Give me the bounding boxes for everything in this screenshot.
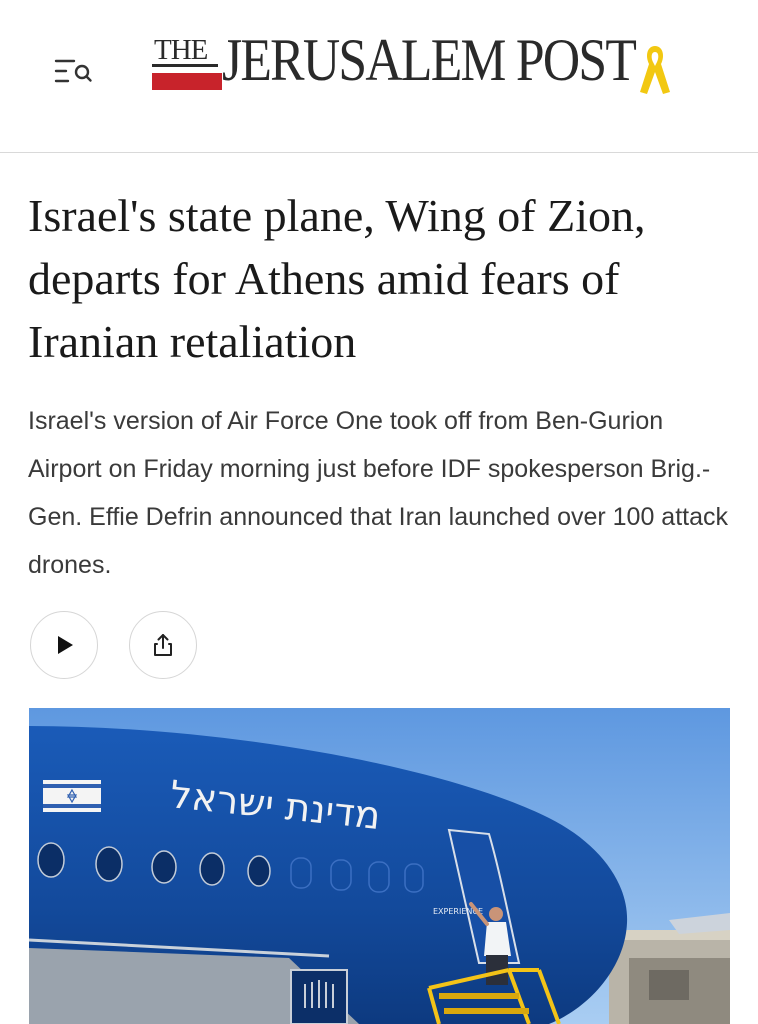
logo-underline <box>152 64 218 67</box>
site-logo[interactable]: THE JERUSALEM POST <box>150 30 680 110</box>
logo-red-bar <box>152 73 222 90</box>
play-audio-button[interactable] <box>30 611 98 679</box>
site-header: THE JERUSALEM POST <box>0 0 758 153</box>
logo-name-text: JERUSALEM POST <box>222 27 637 93</box>
airplane-photo: מדינת ישראל EXPERIENCE <box>29 708 730 1024</box>
article-headline: Israel's state plane, Wing of Zion, depa… <box>28 190 646 367</box>
share-icon <box>154 634 172 656</box>
yellow-ribbon-icon <box>640 46 670 94</box>
article-summary: Israel's version of Air Force One took o… <box>28 407 728 579</box>
play-icon <box>58 636 73 654</box>
logo-the-text: THE <box>154 34 208 66</box>
menu-search-icon[interactable] <box>52 55 94 87</box>
share-button[interactable] <box>129 611 197 679</box>
article-hero-image: מדינת ישראל EXPERIENCE <box>29 708 730 1024</box>
